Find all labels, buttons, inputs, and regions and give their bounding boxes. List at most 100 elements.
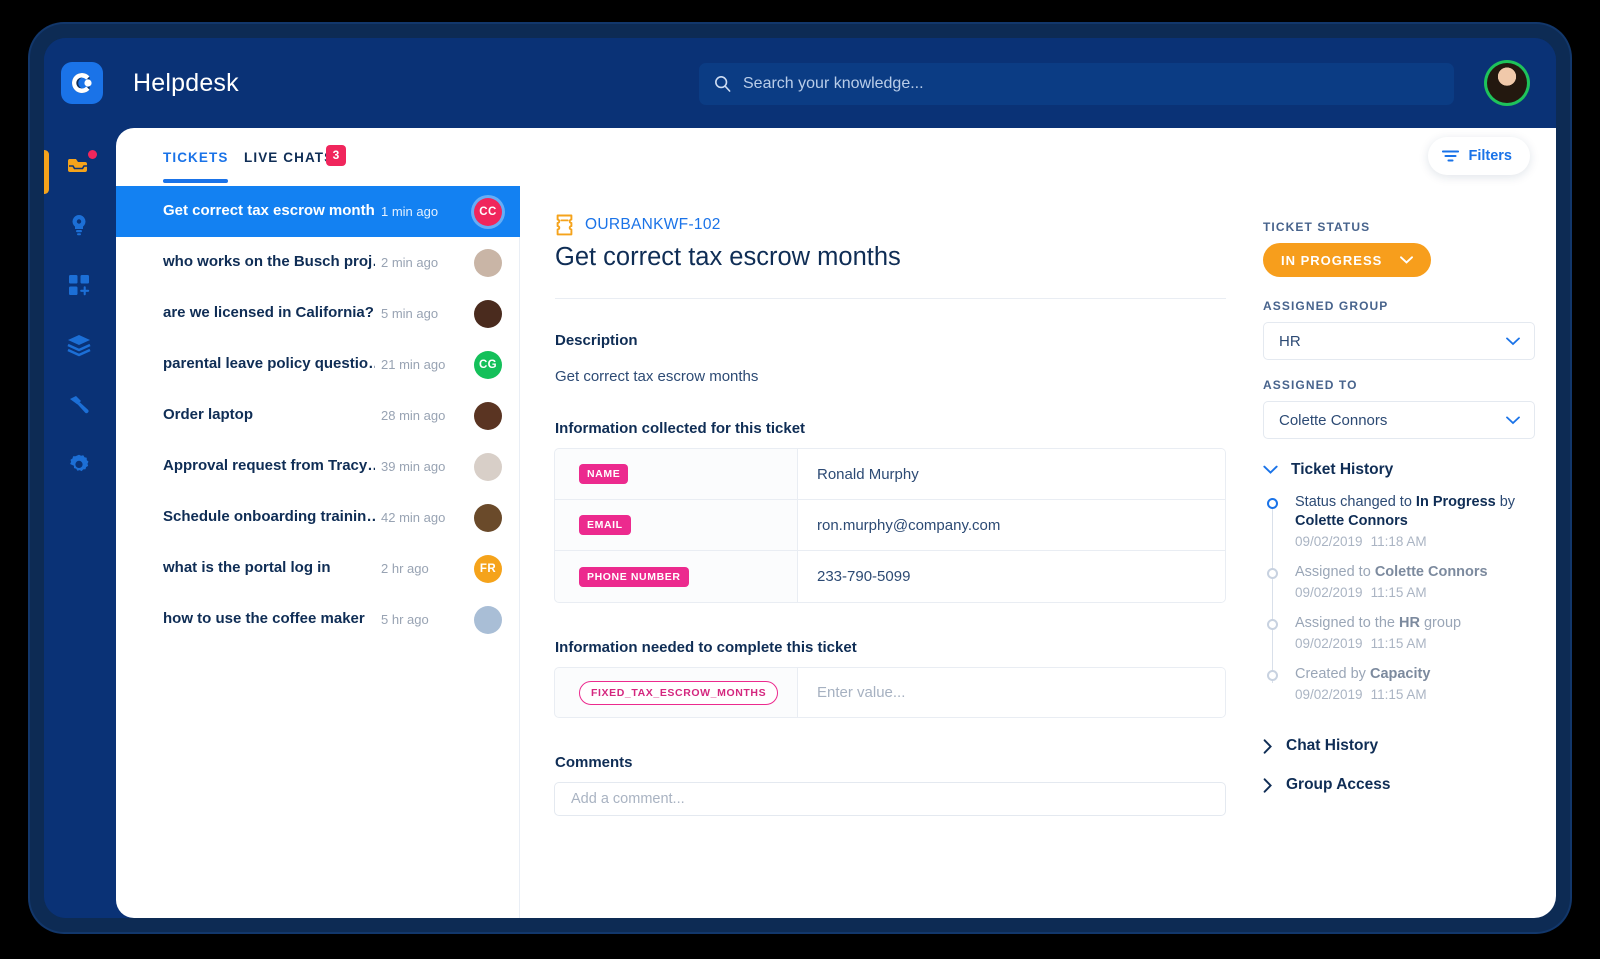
ticket-list-item[interactable]: who works on the Busch proj…2 min ago [116, 237, 520, 288]
assigned-group-select[interactable]: HR [1263, 322, 1535, 360]
filter-icon [1442, 149, 1459, 163]
history-item-timestamp: 09/02/201911:15 AM [1295, 585, 1556, 600]
needed-value-input[interactable] [798, 668, 1225, 717]
ticket-list-item[interactable]: how to use the coffee maker5 hr ago [116, 594, 520, 645]
ticket-list-item-name: Get correct tax escrow months [163, 202, 375, 219]
gear-icon [64, 450, 94, 480]
left-nav-rail [44, 128, 116, 918]
ticket-list-item[interactable]: are we licensed in California? 5 min ago [116, 288, 520, 339]
group-access-section[interactable]: Group Access [1263, 776, 1391, 794]
status-badge[interactable]: IN PROGRESS [1263, 243, 1431, 277]
avatar[interactable] [1484, 60, 1530, 106]
table-cell-tag: EMAIL [555, 500, 798, 550]
chevron-down-icon [1400, 256, 1413, 264]
tab-live-chats[interactable]: LIVE CHATS [244, 150, 334, 165]
ticket-list-item-avatar: CC [474, 198, 502, 226]
field-tag: NAME [579, 464, 628, 484]
ticket-list-item-avatar [474, 249, 502, 277]
ticket-list-item-time: 21 min ago [381, 357, 445, 372]
tab-active-underline [163, 179, 228, 183]
description-text: Get correct tax escrow months [555, 368, 758, 385]
collected-info-table: NAME Ronald MurphyEMAILron.murphy@company… [554, 448, 1226, 603]
history-item-timestamp: 09/02/201911:15 AM [1295, 687, 1556, 702]
ticket-history-title: Ticket History [1291, 461, 1393, 479]
ticket-list-item[interactable]: Schedule onboarding trainin…42 min ago [116, 492, 520, 543]
field-tag: PHONE NUMBER [579, 567, 689, 587]
ticket-list-item-name: Approval request from Tracy… [163, 457, 375, 474]
timeline-dot [1267, 670, 1278, 681]
assigned-to-select[interactable]: Colette Connors [1263, 401, 1535, 439]
chevron-down-icon [1506, 337, 1520, 346]
history-time: 11:15 AM [1371, 636, 1427, 651]
table-cell-tag: NAME [555, 449, 798, 499]
ticket-list-item-avatar [474, 453, 502, 481]
chevron-right-icon [1263, 778, 1273, 793]
field-tag: EMAIL [579, 515, 631, 535]
sidebar-item-layers[interactable] [64, 330, 98, 364]
ticket-list-item-time: 42 min ago [381, 510, 445, 525]
timeline-dot [1267, 568, 1278, 579]
ticket-list-item-name: who works on the Busch proj… [163, 253, 375, 270]
sidebar-item-tools[interactable] [64, 390, 98, 424]
ticket-list-item[interactable]: what is the portal log in2 hr agoFR [116, 543, 520, 594]
avatar-image [1487, 63, 1527, 103]
history-item-text: Assigned to Colette Connors [1295, 563, 1556, 582]
history-item: Created by Capacity09/02/201911:15 AM [1267, 665, 1556, 702]
table-row: NAME Ronald Murphy [555, 449, 1225, 500]
search-bar[interactable] [699, 63, 1454, 105]
status-badge-label: IN PROGRESS [1281, 253, 1382, 268]
comments-label: Comments [555, 754, 633, 771]
chat-history-section[interactable]: Chat History [1263, 737, 1378, 755]
history-item-timestamp: 09/02/201911:18 AM [1295, 534, 1556, 549]
ticket-status-label: TICKET STATUS [1263, 220, 1370, 234]
ticket-list-item-time: 28 min ago [381, 408, 445, 423]
device-frame: Helpdesk [30, 24, 1570, 932]
capacity-c-logo-icon[interactable] [61, 62, 103, 104]
ticket-list-item[interactable]: Approval request from Tracy…39 min ago [116, 441, 520, 492]
ticket-history-list: Status changed to In Progress by Colette… [1267, 493, 1556, 716]
page-title: Helpdesk [133, 69, 239, 98]
sidebar-item-knowledge[interactable] [64, 210, 98, 244]
app-screen: Helpdesk [44, 38, 1556, 918]
needed-info-tag: FIXED_TAX_ESCROW_MONTHS [579, 681, 778, 705]
table-row: EMAILron.murphy@company.com [555, 500, 1225, 551]
history-date: 09/02/2019 [1295, 534, 1363, 549]
history-date: 09/02/2019 [1295, 585, 1363, 600]
lightbulb-icon [64, 210, 94, 240]
ticket-list-item-name: what is the portal log in [163, 559, 375, 576]
ticket-list-item-time: 5 min ago [381, 306, 438, 321]
filters-button[interactable]: Filters [1428, 137, 1530, 175]
ticket-stub-icon [555, 214, 574, 236]
history-time: 11:15 AM [1371, 687, 1427, 702]
ticket-list-panel: TICKET NAME CREATED Get correct tax escr… [116, 186, 520, 918]
sidebar-item-settings[interactable] [64, 450, 98, 484]
hammer-icon [64, 390, 94, 420]
sidebar-item-inbox[interactable] [64, 150, 98, 184]
ticket-list-item-time: 2 hr ago [381, 561, 429, 576]
ticket-history-header[interactable]: Ticket History [1263, 461, 1393, 479]
chevron-down-icon [1263, 465, 1278, 475]
ticket-list-item-name: are we licensed in California? [163, 304, 375, 321]
ticket-list-item-avatar [474, 402, 502, 430]
active-nav-indicator [44, 150, 49, 194]
chevron-down-icon [1506, 416, 1520, 425]
add-comment-input[interactable] [554, 782, 1226, 816]
ticket-meta-panel: TICKET STATUS IN PROGRESS ASSIGNED GROUP… [1246, 186, 1556, 918]
table-cell-value: Ronald Murphy [798, 449, 1225, 499]
ticket-list-item[interactable]: parental leave policy questio…21 min ago… [116, 339, 520, 390]
collected-info-label: Information collected for this ticket [555, 420, 805, 437]
ticket-list-item[interactable]: Order laptop28 min ago [116, 390, 520, 441]
sidebar-item-apps[interactable] [64, 270, 98, 304]
live-chats-count-badge: 3 [326, 145, 346, 166]
needed-info-label: Information needed to complete this tick… [555, 639, 857, 656]
description-label: Description [555, 332, 638, 349]
tab-tickets[interactable]: TICKETS [163, 150, 228, 165]
chat-history-label: Chat History [1286, 737, 1378, 755]
history-item: Assigned to Colette Connors 09/02/201911:… [1267, 563, 1556, 600]
ticket-list-item[interactable]: Get correct tax escrow months1 min agoCC [116, 186, 520, 237]
search-input[interactable] [743, 63, 1443, 105]
assigned-group-label: ASSIGNED GROUP [1263, 299, 1388, 313]
ticket-key-link[interactable]: OURBANKWF-102 [585, 216, 721, 234]
avatar-initials: CG [479, 359, 497, 371]
chevron-right-icon [1263, 739, 1273, 754]
